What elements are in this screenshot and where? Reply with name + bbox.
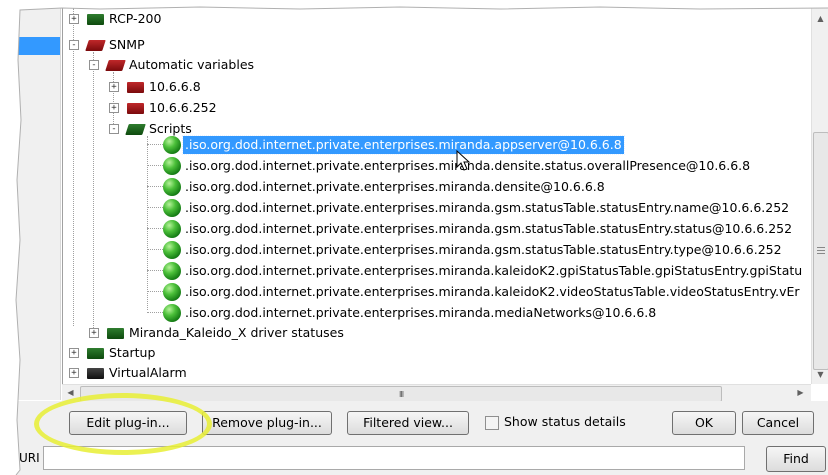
red-folder-open-icon bbox=[85, 40, 106, 51]
tree-line bbox=[147, 144, 163, 145]
tree-line bbox=[147, 186, 163, 187]
tree-node-rcp-200[interactable]: + RCP-200 bbox=[63, 10, 363, 28]
expand-icon[interactable]: + bbox=[89, 328, 99, 338]
tree-node-label: RCP-200 bbox=[109, 11, 162, 26]
expand-icon[interactable]: + bbox=[69, 348, 79, 358]
expand-icon[interactable]: + bbox=[109, 103, 119, 113]
tree-node-script[interactable]: .iso.org.dod.internet.private.enterprise… bbox=[163, 220, 812, 238]
red-folder-open-icon bbox=[105, 60, 126, 71]
dark-folder-icon bbox=[87, 368, 104, 379]
tree-node-label: .iso.org.dod.internet.private.enterprise… bbox=[185, 179, 605, 194]
show-status-details-label: Show status details bbox=[504, 414, 626, 429]
tree-line bbox=[147, 207, 163, 208]
tree-node-10-6-6-8[interactable]: + 10.6.6.8 bbox=[63, 78, 363, 96]
uri-label: URI bbox=[19, 451, 40, 465]
tree-node-script[interactable]: .iso.org.dod.internet.private.enterprise… bbox=[163, 283, 812, 301]
tree-node-label: .iso.org.dod.internet.private.enterprise… bbox=[185, 305, 657, 320]
tree-node-script[interactable]: .iso.org.dod.internet.private.enterprise… bbox=[163, 199, 812, 217]
red-folder-icon bbox=[127, 82, 144, 93]
tree-node-snmp[interactable]: - SNMP bbox=[63, 36, 363, 54]
mouse-cursor-icon bbox=[456, 150, 471, 171]
tree-node-label: Startup bbox=[109, 345, 156, 360]
tree-node-label: Automatic variables bbox=[129, 57, 255, 72]
find-button[interactable]: Find bbox=[766, 446, 826, 472]
status-ok-icon bbox=[163, 157, 181, 175]
tree-node-label: VirtualAlarm bbox=[109, 365, 187, 380]
tree-node-label: SNMP bbox=[109, 37, 145, 52]
remove-plugin-button[interactable]: Remove plug-in... bbox=[202, 411, 332, 435]
tree-node-miranda-kaleido-x[interactable]: + Miranda_Kaleido_X driver statuses bbox=[63, 324, 463, 342]
left-navigation-pane bbox=[16, 8, 61, 400]
tree-line bbox=[147, 270, 163, 271]
expand-icon[interactable]: + bbox=[69, 14, 79, 24]
green-folder-icon bbox=[87, 14, 104, 25]
tree-node-script[interactable]: .iso.org.dod.internet.private.enterprise… bbox=[163, 304, 812, 322]
grip-line bbox=[817, 247, 825, 248]
tree-line bbox=[147, 312, 163, 313]
tree-node-script[interactable]: .iso.org.dod.internet.private.enterprise… bbox=[163, 157, 812, 175]
show-status-details-checkbox[interactable] bbox=[485, 416, 499, 430]
grip-icon: III bbox=[399, 390, 404, 399]
tree-node-label: .iso.org.dod.internet.private.enterprise… bbox=[182, 135, 625, 155]
tree-line bbox=[147, 249, 163, 250]
tree-node-script[interactable]: .iso.org.dod.internet.private.enterprise… bbox=[163, 241, 812, 259]
status-ok-icon bbox=[163, 304, 181, 322]
status-ok-icon bbox=[163, 178, 181, 196]
tree-node-label: .iso.org.dod.internet.private.enterprise… bbox=[185, 221, 793, 236]
scroll-right-icon[interactable]: ▶ bbox=[792, 388, 809, 397]
scroll-down-icon[interactable]: ▼ bbox=[812, 370, 828, 379]
cancel-button[interactable]: Cancel bbox=[742, 411, 814, 435]
tree-node-script[interactable]: .iso.org.dod.internet.private.enterprise… bbox=[163, 178, 812, 196]
tree-node-script[interactable]: .iso.org.dod.internet.private.enterprise… bbox=[163, 262, 812, 280]
status-ok-icon bbox=[163, 283, 181, 301]
tree-node-label: .iso.org.dod.internet.private.enterprise… bbox=[185, 284, 800, 299]
expand-icon[interactable]: + bbox=[69, 368, 79, 378]
tree-node-startup[interactable]: + Startup bbox=[63, 344, 363, 362]
plugin-tree: + RCP-200 - SNMP - Automatic variables +… bbox=[62, 8, 813, 384]
ok-button[interactable]: OK bbox=[672, 411, 736, 435]
highlight-circle bbox=[34, 393, 212, 455]
vertical-scrollbar[interactable]: ▲ ▼ bbox=[811, 8, 828, 384]
status-ok-icon bbox=[163, 262, 181, 280]
grip-line bbox=[817, 250, 825, 251]
red-folder-icon bbox=[127, 103, 144, 114]
tree-node-label: .iso.org.dod.internet.private.enterprise… bbox=[185, 242, 782, 257]
green-folder-icon bbox=[87, 348, 104, 359]
filtered-view-button[interactable]: Filtered view... bbox=[347, 411, 469, 435]
collapse-icon[interactable]: - bbox=[69, 40, 79, 50]
tree-line bbox=[147, 291, 163, 292]
tree-node-label: .iso.org.dod.internet.private.enterprise… bbox=[185, 263, 803, 278]
expand-icon[interactable]: + bbox=[109, 82, 119, 92]
status-ok-icon bbox=[163, 220, 181, 238]
tree-node-10-6-6-252[interactable]: + 10.6.6.252 bbox=[63, 99, 363, 117]
tree-node-label: 10.6.6.252 bbox=[149, 100, 217, 115]
vertical-scroll-thumb[interactable] bbox=[813, 132, 828, 370]
green-folder-icon bbox=[107, 328, 124, 339]
status-ok-icon bbox=[163, 241, 181, 259]
collapse-icon[interactable]: - bbox=[109, 124, 119, 134]
green-folder-open-icon bbox=[125, 124, 146, 135]
grip-line bbox=[817, 253, 825, 254]
tree-line bbox=[147, 136, 148, 310]
tree-line bbox=[147, 165, 163, 166]
tree-line bbox=[147, 228, 163, 229]
scroll-up-icon[interactable]: ▲ bbox=[812, 14, 828, 23]
tree-node-virtualalarm[interactable]: + VirtualAlarm bbox=[63, 364, 363, 382]
tree-node-label: .iso.org.dod.internet.private.enterprise… bbox=[185, 200, 790, 215]
tree-node-label: Miranda_Kaleido_X driver statuses bbox=[129, 325, 344, 340]
scroll-left-icon[interactable]: ◀ bbox=[62, 388, 79, 397]
tree-node-label: 10.6.6.8 bbox=[149, 79, 201, 94]
collapse-icon[interactable]: - bbox=[89, 60, 99, 70]
status-ok-icon bbox=[163, 199, 181, 217]
tree-node-script[interactable]: .iso.org.dod.internet.private.enterprise… bbox=[163, 135, 812, 155]
tree-node-automatic-variables[interactable]: - Automatic variables bbox=[63, 56, 363, 74]
left-pane-selected-item[interactable] bbox=[16, 37, 60, 55]
status-ok-icon bbox=[163, 136, 181, 154]
